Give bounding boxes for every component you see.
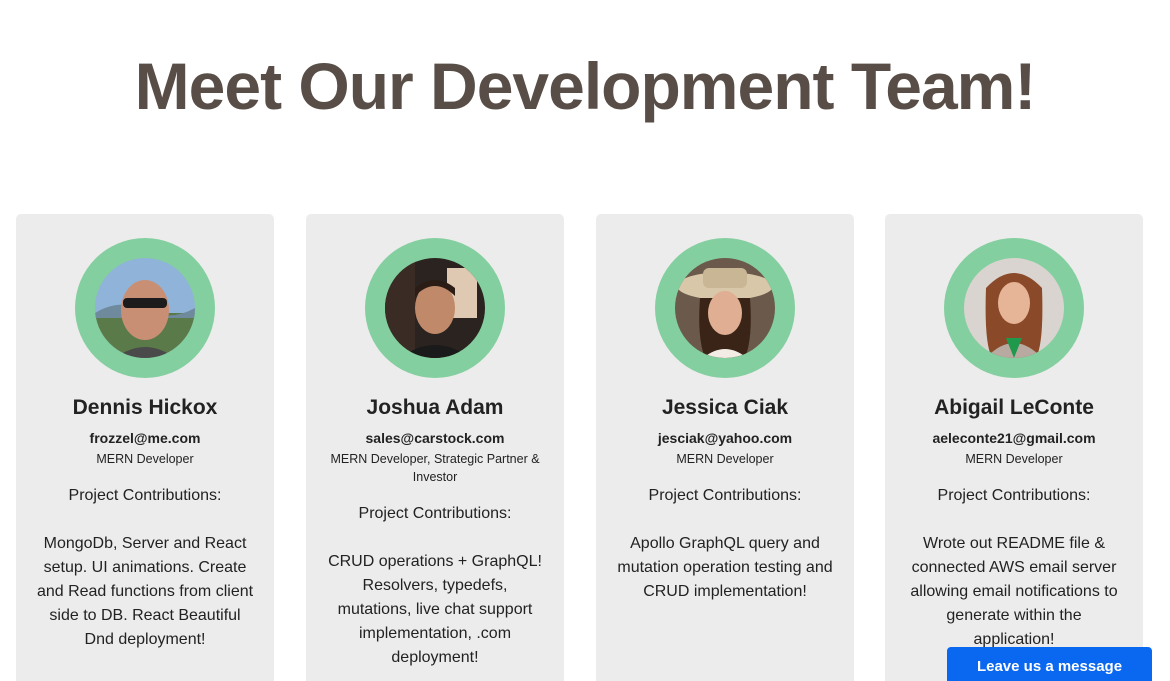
team-card-abigail: Abigail LeConte aeleconte21@gmail.com ME… — [885, 214, 1143, 681]
avatar-ring — [655, 238, 795, 378]
avatar — [964, 258, 1064, 358]
team-card-dennis: Dennis Hickox frozzel@me.com MERN Develo… — [16, 214, 274, 681]
team-card-jessica: Jessica Ciak jesciak@yahoo.com MERN Deve… — [596, 214, 854, 681]
member-email: aeleconte21@gmail.com — [932, 430, 1096, 446]
contributions-text: Apollo GraphQL query and mutation operat… — [617, 535, 833, 600]
member-contributions: Project Contributions: MongoDb, Server a… — [36, 484, 254, 652]
avatar-ring — [365, 238, 505, 378]
contributions-text: MongoDb, Server and React setup. UI anim… — [36, 535, 254, 648]
member-role: MERN Developer — [96, 452, 194, 466]
team-card-joshua: Joshua Adam sales@carstock.com MERN Deve… — [306, 214, 564, 681]
avatar-ring — [944, 238, 1084, 378]
member-name: Joshua Adam — [366, 396, 504, 419]
member-name: Dennis Hickox — [72, 396, 218, 419]
contributions-title: Project Contributions: — [68, 487, 222, 504]
member-email: jesciak@yahoo.com — [657, 430, 793, 446]
avatar — [385, 258, 485, 358]
member-role: MERN Developer, Strategic Partner & Inve… — [330, 452, 540, 484]
leave-message-button[interactable]: Leave us a message — [947, 647, 1152, 681]
member-role: MERN Developer — [676, 452, 774, 466]
contributions-title: Project Contributions: — [937, 487, 1091, 504]
avatar — [95, 258, 195, 358]
contributions-title: Project Contributions: — [358, 505, 512, 522]
contributions-title: Project Contributions: — [648, 487, 802, 504]
page-title: Meet Our Development Team! — [134, 49, 1037, 123]
member-contributions: Project Contributions: CRUD operations +… — [326, 502, 544, 670]
contributions-text: Wrote out README file & connected AWS em… — [910, 535, 1118, 648]
member-name: Abigail LeConte — [934, 396, 1094, 419]
member-name: Jessica Ciak — [661, 396, 789, 419]
avatar-ring — [75, 238, 215, 378]
member-email: frozzel@me.com — [89, 430, 201, 446]
contributions-text: CRUD operations + GraphQL! Resolvers, ty… — [328, 553, 542, 666]
member-contributions: Project Contributions: Wrote out README … — [905, 484, 1123, 652]
team-page: Meet Our Development Team! Dennis Hickox — [0, 0, 1170, 681]
member-email: sales@carstock.com — [365, 430, 505, 446]
member-role: MERN Developer — [965, 452, 1063, 466]
avatar — [675, 258, 775, 358]
member-contributions: Project Contributions: Apollo GraphQL qu… — [616, 484, 834, 604]
